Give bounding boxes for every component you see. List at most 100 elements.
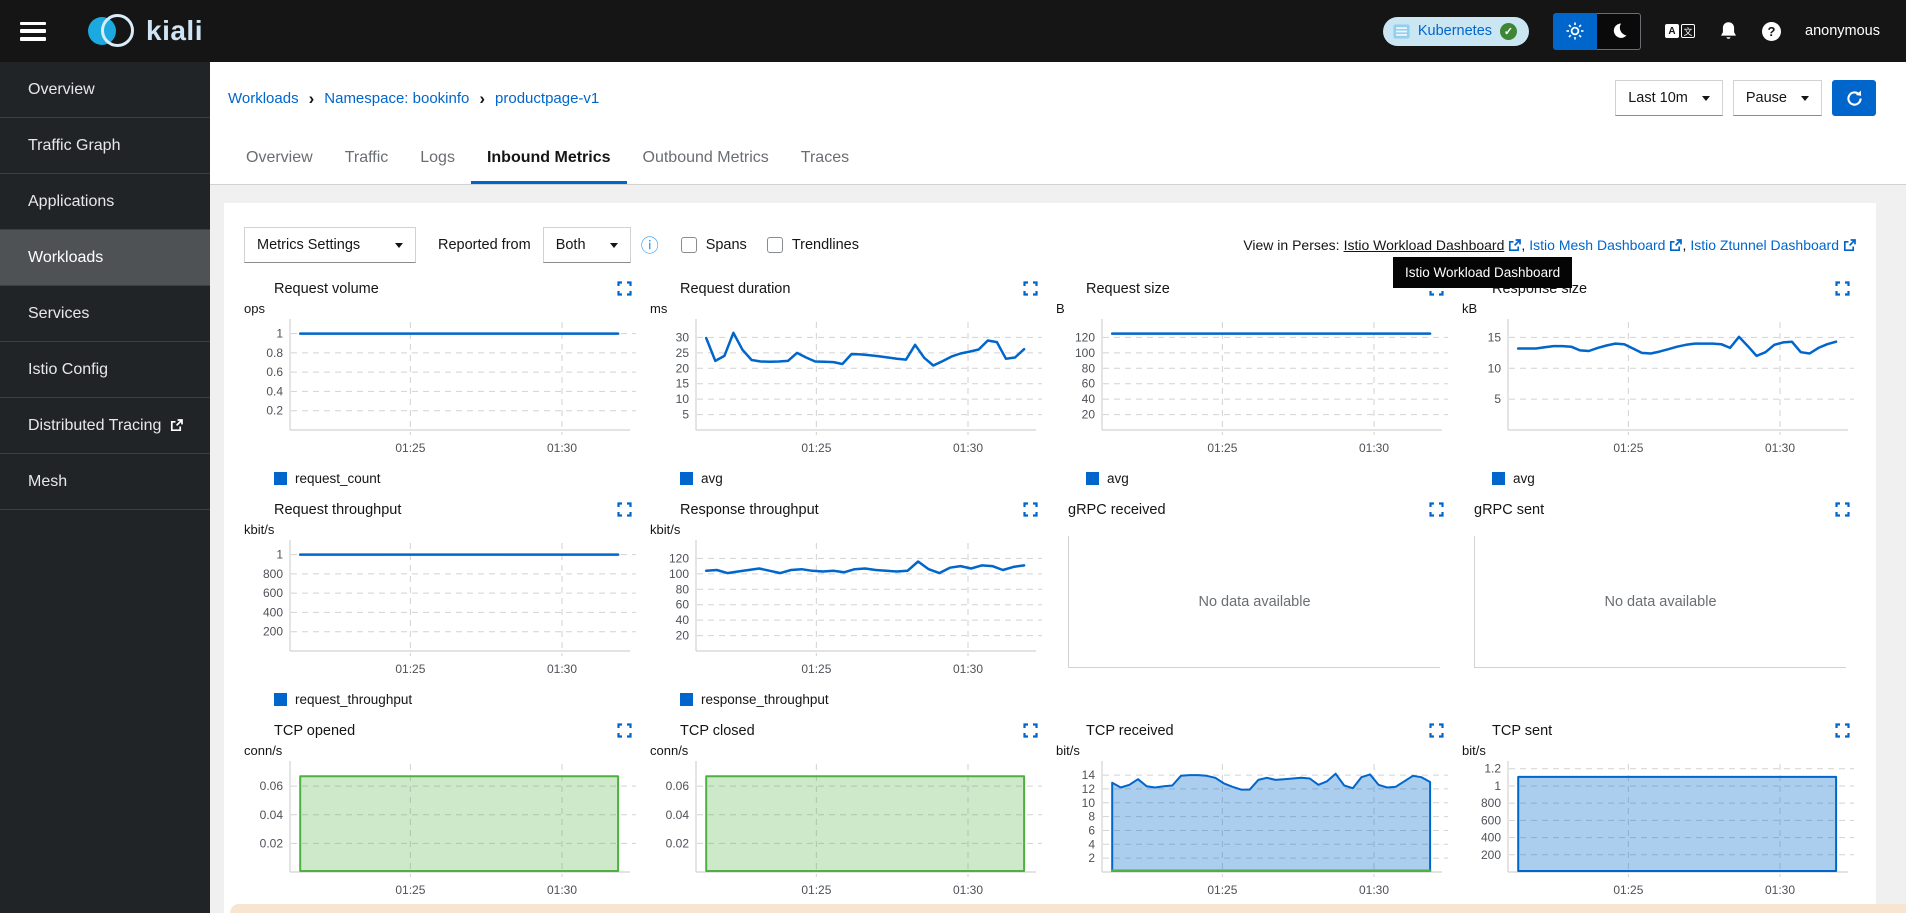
- breadcrumb-link-namespace-bookinfo[interactable]: Namespace: bookinfo: [324, 90, 469, 107]
- svg-text:1: 1: [1494, 779, 1501, 793]
- link-tooltip: Istio Workload Dashboard: [1393, 257, 1572, 288]
- legend-swatch[interactable]: [680, 693, 693, 706]
- svg-text:01:30: 01:30: [547, 441, 577, 455]
- no-data-label: No data available: [1604, 594, 1716, 610]
- sidebar-item-label: Distributed Tracing: [28, 417, 161, 435]
- expand-chart-button[interactable]: [1835, 723, 1850, 741]
- user-name: anonymous: [1805, 23, 1880, 39]
- duration-select[interactable]: Last 10m: [1615, 80, 1723, 116]
- checkbox-box[interactable]: [681, 237, 697, 253]
- chart-panel-tcp-received: TCP receivedbit/s246810121401:2501:30boo…: [1056, 723, 1450, 913]
- checkbox-box[interactable]: [767, 237, 783, 253]
- chart-title: gRPC received: [1068, 502, 1166, 518]
- dark-theme-button[interactable]: [1597, 13, 1641, 50]
- info-icon[interactable]: ⓘ: [641, 232, 659, 258]
- svg-text:01:30: 01:30: [547, 662, 577, 676]
- tab-outbound-metrics[interactable]: Outbound Metrics: [627, 134, 785, 184]
- sidebar-item-services[interactable]: Services: [0, 286, 210, 342]
- legend-label[interactable]: response_throughput: [701, 692, 829, 707]
- sidebar-item-traffic-graph[interactable]: Traffic Graph: [0, 118, 210, 174]
- cluster-badge[interactable]: Kubernetes ✓: [1383, 17, 1529, 46]
- tab-inbound-metrics[interactable]: Inbound Metrics: [471, 134, 627, 184]
- legend-label[interactable]: avg: [701, 471, 723, 486]
- sidebar-nav: OverviewTraffic Graph Applications Workloa…: [0, 62, 210, 913]
- sidebar-item-label: Applications: [28, 193, 114, 211]
- perses-link-istio-ztunnel-dashboard[interactable]: Istio Ztunnel Dashboard: [1690, 237, 1856, 253]
- kiali-brand[interactable]: kiali: [88, 11, 203, 51]
- expand-chart-button[interactable]: [1835, 502, 1850, 520]
- expand-chart-button[interactable]: [1023, 281, 1038, 299]
- sidebar-item-istio-config[interactable]: Istio Config: [0, 342, 210, 398]
- breadcrumb-link-workloads[interactable]: Workloads: [228, 90, 299, 107]
- expand-chart-button[interactable]: [617, 723, 632, 741]
- tab-traces[interactable]: Traces: [785, 134, 865, 184]
- expand-chart-icon: [1835, 502, 1850, 517]
- chevron-down-icon: [395, 243, 403, 248]
- help-icon[interactable]: ?: [1762, 22, 1781, 41]
- perses-link-istio-mesh-dashboard[interactable]: Istio Mesh Dashboard: [1529, 237, 1682, 253]
- legend-label[interactable]: avg: [1107, 471, 1129, 486]
- sidebar-item-mesh[interactable]: Mesh: [0, 454, 210, 510]
- tab-traffic[interactable]: Traffic: [329, 134, 405, 184]
- legend-swatch[interactable]: [1492, 472, 1505, 485]
- light-theme-button[interactable]: [1553, 13, 1597, 50]
- expand-chart-button[interactable]: [617, 281, 632, 299]
- chart-title: TCP closed: [680, 723, 755, 739]
- breadcrumb-link-productpage-v1[interactable]: productpage-v1: [495, 90, 599, 107]
- tab-logs[interactable]: Logs: [404, 134, 471, 184]
- legend-swatch[interactable]: [274, 693, 287, 706]
- language-icon[interactable]: A文: [1665, 24, 1695, 38]
- expand-chart-button[interactable]: [1835, 281, 1850, 299]
- chart-panel-tcp-opened: TCP openedconn/s0.020.040.0601:2501:30bo…: [244, 723, 638, 913]
- legend-swatch[interactable]: [680, 472, 693, 485]
- sidebar-item-overview[interactable]: Overview: [0, 62, 210, 118]
- theme-toggle: [1553, 13, 1641, 50]
- expand-chart-icon: [1835, 723, 1850, 738]
- sidebar-item-workloads[interactable]: Workloads: [0, 230, 210, 286]
- legend-label[interactable]: request_throughput: [295, 692, 412, 707]
- checkbox-spans[interactable]: Spans: [681, 237, 747, 253]
- svg-text:01:25: 01:25: [1613, 883, 1643, 897]
- sidebar-item-applications[interactable]: Applications: [0, 174, 210, 230]
- expand-chart-button[interactable]: [617, 502, 632, 520]
- notifications-bell-icon[interactable]: [1719, 21, 1738, 41]
- svg-text:10: 10: [676, 392, 690, 406]
- svg-text:01:25: 01:25: [1207, 441, 1237, 455]
- sidebar-item-distributed-tracing[interactable]: Distributed Tracing: [0, 398, 210, 454]
- expand-chart-button[interactable]: [1023, 502, 1038, 520]
- svg-text:120: 120: [1075, 330, 1095, 344]
- chart-unit-label: ms: [650, 301, 1044, 316]
- expand-chart-icon: [1429, 723, 1444, 738]
- breadcrumb-separator: ›: [479, 90, 485, 107]
- legend-swatch[interactable]: [274, 472, 287, 485]
- svg-text:01:25: 01:25: [1207, 883, 1237, 897]
- chart-unit-label: B: [1056, 301, 1450, 316]
- expand-chart-button[interactable]: [1429, 502, 1444, 520]
- perses-links: View in Perses:Istio Workload Dashboard,…: [1243, 237, 1856, 253]
- tab-overview[interactable]: Overview: [230, 134, 329, 184]
- legend-label[interactable]: avg: [1513, 471, 1535, 486]
- chart-title: gRPC sent: [1474, 502, 1544, 518]
- svg-text:800: 800: [263, 567, 283, 581]
- svg-text:10: 10: [1082, 796, 1096, 810]
- refresh-button[interactable]: [1832, 80, 1876, 116]
- chart-title: TCP sent: [1492, 723, 1552, 739]
- chart-plot: 20040060080011.201:2501:30: [1462, 758, 1856, 906]
- perses-link-istio-workload-dashboard[interactable]: Istio Workload Dashboard: [1344, 237, 1522, 253]
- legend-swatch[interactable]: [1086, 472, 1099, 485]
- expand-chart-icon: [617, 281, 632, 296]
- expand-chart-button[interactable]: [1429, 723, 1444, 741]
- metrics-settings-select[interactable]: Metrics Settings: [244, 227, 416, 263]
- refresh-interval-select[interactable]: Pause: [1733, 80, 1822, 116]
- expand-chart-button[interactable]: [1023, 723, 1038, 741]
- reported-from-select[interactable]: Both: [543, 227, 631, 263]
- nav-toggle-icon[interactable]: [20, 22, 46, 41]
- svg-text:01:25: 01:25: [1613, 441, 1643, 455]
- legend-label[interactable]: request_count: [295, 471, 381, 486]
- svg-text:600: 600: [263, 586, 283, 600]
- svg-text:15: 15: [1488, 330, 1502, 344]
- svg-text:12: 12: [1082, 782, 1096, 796]
- chart-panel-tcp-closed: TCP closedconn/s0.020.040.0601:2501:30bo…: [650, 723, 1044, 913]
- checkbox-label: Spans: [706, 237, 747, 253]
- checkbox-trendlines[interactable]: Trendlines: [767, 237, 859, 253]
